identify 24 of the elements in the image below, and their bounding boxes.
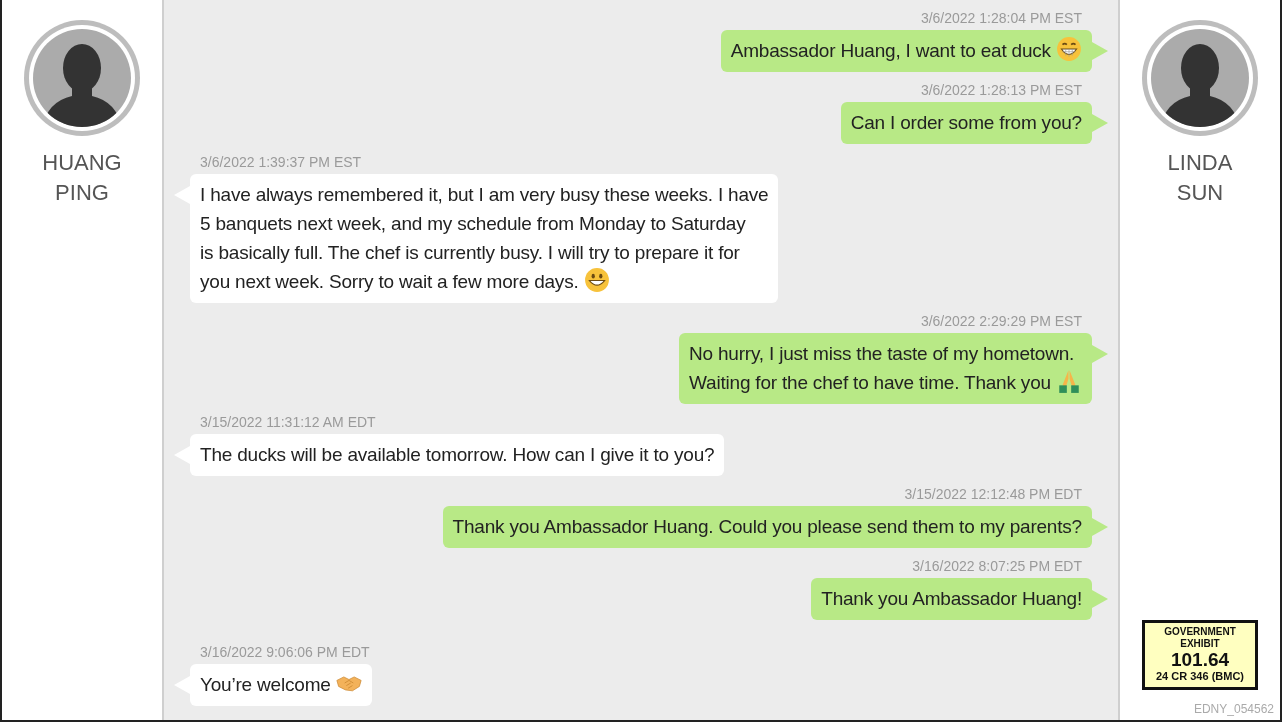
- message-bubble: The ducks will be available tomorrow. How can I give it to you?: [190, 434, 725, 476]
- timestamp: 3/6/2022 2:29:29 PM EST: [920, 313, 1082, 329]
- bates-number: EDNY_054562: [1193, 702, 1274, 716]
- message-bubble: Thank you Ambassador Huang!: [811, 578, 1092, 620]
- message-bubble: No hurry, I just miss the taste of my hometown. Waiting for the chef to have time. Thank you: [679, 333, 1092, 404]
- avatar-icon: [1140, 18, 1260, 138]
- exhibit-heading: GOVERNMENT EXHIBIT: [1163, 626, 1237, 650]
- contact-name: HUANG PING: [42, 149, 122, 207]
- message-bubble: Can I order some from you?: [840, 102, 1092, 144]
- timestamp: 3/6/2022 1:39:37 PM EST: [200, 154, 362, 170]
- timestamp: 3/6/2022 1:28:04 PM EST: [920, 10, 1082, 26]
- message-bubble: You’re welcome: [190, 664, 372, 706]
- timestamp: 3/15/2022 12:12:48 PM EDT: [904, 486, 1082, 502]
- message-bubble: Ambassador Huang, I want to eat duck: [720, 30, 1092, 72]
- timestamp: 3/6/2022 1:28:13 PM EST: [920, 82, 1082, 98]
- avatar-icon: [22, 18, 142, 138]
- message-bubble: Thank you Ambassador Huang. Could you please send them to my parents?: [442, 506, 1092, 548]
- timestamp: 3/15/2022 11:31:12 AM EDT: [200, 414, 376, 430]
- exhibit-number: 101.64: [1169, 650, 1231, 670]
- case-number: 24 CR 346 (BMC): [1155, 670, 1245, 683]
- timestamp: 3/16/2022 8:07:25 PM EDT: [912, 558, 1082, 574]
- timestamp: 3/16/2022 9:06:06 PM EDT: [200, 644, 370, 660]
- contact-name: LINDA SUN: [1167, 149, 1233, 207]
- message-bubble: I have always remembered it, but I am very busy these weeks. I have 5 banquets next week, and my schedule from Monday to Saturday is basically full. The chef is currently busy. I will try to prepare it for you next week. Sorry to wait a few more days.: [190, 174, 779, 303]
